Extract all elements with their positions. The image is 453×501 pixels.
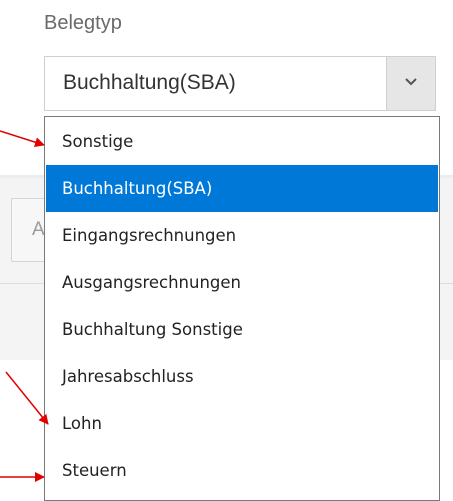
arrow-to-lohn (5, 371, 49, 425)
annotation-arrows (0, 130, 49, 482)
arrow-to-sonstige (0, 130, 45, 148)
